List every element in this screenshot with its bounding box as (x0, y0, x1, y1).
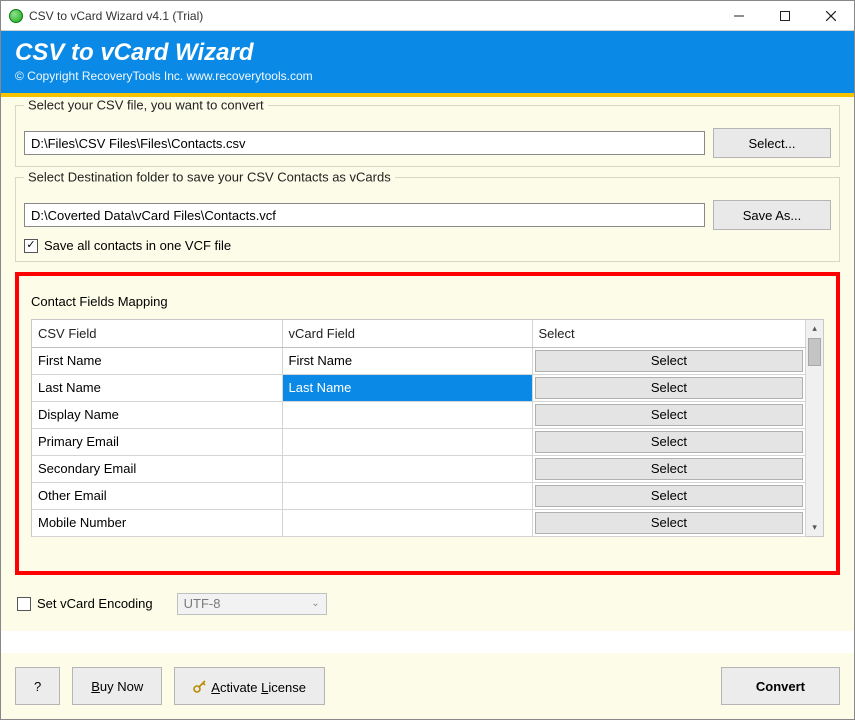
select-cell: Select (532, 509, 806, 536)
select-cell: Select (532, 428, 806, 455)
source-path-input[interactable] (24, 131, 705, 155)
app-title: CSV to vCard Wizard (15, 39, 840, 67)
mapping-header-vcard[interactable]: vCard Field (282, 320, 532, 347)
destination-group: Select Destination folder to save your C… (15, 177, 840, 262)
encoding-row: Set vCard Encoding UTF-8 ⌄ (17, 593, 838, 615)
encoding-label: Set vCard Encoding (37, 596, 153, 611)
window-maximize-button[interactable] (762, 1, 808, 31)
buy-now-button[interactable]: Buy Now (72, 667, 162, 705)
mapping-select-button[interactable]: Select (535, 377, 804, 399)
select-cell: Select (532, 455, 806, 482)
vcard-field-cell[interactable] (282, 428, 532, 455)
mapping-select-button[interactable]: Select (535, 431, 804, 453)
csv-field-cell[interactable]: Other Email (32, 482, 282, 509)
csv-field-cell[interactable]: Primary Email (32, 428, 282, 455)
chevron-down-icon: ⌄ (311, 598, 319, 609)
mapping-header-row: CSV Field vCard Field Select (32, 320, 806, 347)
mapping-select-button[interactable]: Select (535, 512, 804, 534)
save-all-checkbox[interactable]: ✓ (24, 239, 38, 253)
encoding-checkbox[interactable] (17, 597, 31, 611)
destination-saveas-button[interactable]: Save As... (713, 200, 831, 230)
app-icon (9, 9, 23, 23)
table-row[interactable]: Primary Email Select (32, 428, 806, 455)
mapping-select-button[interactable]: Select (535, 485, 804, 507)
mapping-header-select[interactable]: Select (532, 320, 806, 347)
table-row[interactable]: Mobile Number Select (32, 509, 806, 536)
csv-field-cell[interactable]: Mobile Number (32, 509, 282, 536)
mapping-select-button[interactable]: Select (535, 350, 804, 372)
csv-field-cell[interactable]: Last Name (32, 374, 282, 401)
vcard-field-cell[interactable] (282, 509, 532, 536)
mapping-group: Contact Fields Mapping CSV Field vCard F… (15, 272, 840, 575)
vcard-field-cell[interactable] (282, 401, 532, 428)
key-icon (193, 680, 207, 697)
app-subtitle: © Copyright RecoveryTools Inc. www.recov… (15, 69, 840, 83)
csv-field-cell[interactable]: Display Name (32, 401, 282, 428)
scroll-thumb[interactable] (808, 338, 821, 366)
convert-button[interactable]: Convert (721, 667, 840, 705)
help-button[interactable]: ? (15, 667, 60, 705)
window-close-button[interactable] (808, 1, 854, 31)
window-minimize-button[interactable] (716, 1, 762, 31)
vcard-field-cell[interactable]: First Name (282, 347, 532, 374)
source-legend: Select your CSV file, you want to conver… (24, 98, 268, 113)
source-group: Select your CSV file, you want to conver… (15, 105, 840, 167)
mapping-select-button[interactable]: Select (535, 404, 804, 426)
csv-field-cell[interactable]: First Name (32, 347, 282, 374)
mapping-header-csv[interactable]: CSV Field (32, 320, 282, 347)
table-row[interactable]: Display Name Select (32, 401, 806, 428)
vcard-field-cell[interactable] (282, 455, 532, 482)
select-cell: Select (532, 347, 806, 374)
encoding-dropdown[interactable]: UTF-8 ⌄ (177, 593, 327, 615)
window-titlebar: CSV to vCard Wizard v4.1 (Trial) (1, 1, 854, 31)
source-select-button[interactable]: Select... (713, 128, 831, 158)
select-cell: Select (532, 401, 806, 428)
select-cell: Select (532, 482, 806, 509)
vcard-field-cell[interactable] (282, 482, 532, 509)
table-row[interactable]: Last NameLast NameSelect (32, 374, 806, 401)
destination-path-input[interactable] (24, 203, 705, 227)
vcard-field-cell[interactable]: Last Name (282, 374, 532, 401)
mapping-legend: Contact Fields Mapping (31, 294, 824, 309)
mapping-table: CSV Field vCard Field Select First NameF… (32, 320, 806, 537)
activate-license-button[interactable]: Activate License (174, 667, 325, 705)
save-all-label: Save all contacts in one VCF file (44, 238, 231, 253)
scroll-down-icon[interactable]: ▾ (806, 520, 823, 536)
destination-legend: Select Destination folder to save your C… (24, 170, 395, 185)
window-title: CSV to vCard Wizard v4.1 (Trial) (29, 9, 203, 23)
encoding-value: UTF-8 (184, 596, 221, 611)
csv-field-cell[interactable]: Secondary Email (32, 455, 282, 482)
scroll-up-icon[interactable]: ▴ (806, 320, 823, 336)
table-row[interactable]: First NameFirst NameSelect (32, 347, 806, 374)
mapping-select-button[interactable]: Select (535, 458, 804, 480)
app-header: CSV to vCard Wizard © Copyright Recovery… (1, 31, 854, 97)
mapping-scrollbar[interactable]: ▴ ▾ (806, 320, 824, 537)
table-row[interactable]: Other Email Select (32, 482, 806, 509)
footer-bar: ? Buy Now Activate License Convert (1, 653, 854, 719)
select-cell: Select (532, 374, 806, 401)
table-row[interactable]: Secondary Email Select (32, 455, 806, 482)
